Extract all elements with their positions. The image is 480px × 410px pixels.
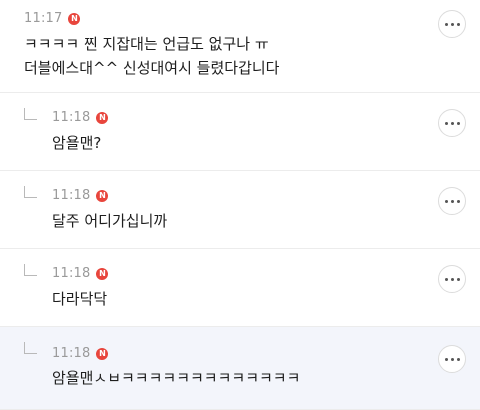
comment-text-line: 달주 어디가십니까 bbox=[52, 212, 168, 230]
more-options-button[interactable] bbox=[438, 345, 466, 373]
comment-time: 11:17 bbox=[24, 11, 63, 26]
reply-arrow-icon bbox=[24, 264, 37, 276]
comment-meta: 11:18 N bbox=[52, 346, 109, 361]
reply-arrow-icon bbox=[24, 186, 37, 198]
more-dots-icon bbox=[444, 357, 460, 361]
reply-item-highlighted: 11:18 N 암욜맨ㅅㅂㅋㅋㅋㅋㅋㅋㅋㅋㅋㅋㅋㅋㅋ bbox=[0, 327, 480, 410]
new-badge: N bbox=[96, 347, 109, 360]
comment-time: 11:18 bbox=[52, 346, 91, 361]
comment-text-line: 더블에스대^^ 신성대여시 들렸다갑니다 bbox=[24, 59, 280, 77]
more-options-button[interactable] bbox=[438, 265, 466, 293]
comment-time: 11:18 bbox=[52, 266, 91, 281]
comment-time: 11:18 bbox=[52, 110, 91, 125]
more-dots-icon bbox=[444, 199, 460, 203]
comment-meta: 11:18 N bbox=[52, 110, 109, 125]
new-badge: N bbox=[96, 267, 109, 280]
reply-item: 11:18 N 달주 어디가십니까 bbox=[0, 171, 480, 249]
reply-arrow-icon bbox=[24, 342, 37, 354]
reply-item: 11:18 N 암욜맨? bbox=[0, 93, 480, 171]
more-dots-icon bbox=[444, 121, 460, 125]
comment-text-line: ㅋㅋㅋㅋ 찐 지잡대는 언급도 없구나 ㅠ bbox=[24, 35, 269, 53]
comment-text-line: 암욜맨? bbox=[52, 134, 102, 152]
new-badge: N bbox=[68, 12, 81, 25]
reply-item: 11:18 N 다라닥닥 bbox=[0, 249, 480, 327]
comment-meta: 11:17 N bbox=[24, 11, 81, 26]
more-options-button[interactable] bbox=[438, 10, 466, 38]
new-badge: N bbox=[96, 111, 109, 124]
more-options-button[interactable] bbox=[438, 187, 466, 215]
comment-time: 11:18 bbox=[52, 188, 91, 203]
more-dots-icon bbox=[444, 22, 460, 26]
comment-text-line: 암욜맨ㅅㅂㅋㅋㅋㅋㅋㅋㅋㅋㅋㅋㅋㅋㅋ bbox=[52, 369, 301, 387]
more-dots-icon bbox=[444, 277, 460, 281]
comment-meta: 11:18 N bbox=[52, 188, 109, 203]
comment-meta: 11:18 N bbox=[52, 266, 109, 281]
comment-list: 11:17 N ㅋㅋㅋㅋ 찐 지잡대는 언급도 없구나 ㅠ 더블에스대^^ 신성… bbox=[0, 0, 480, 410]
reply-arrow-icon bbox=[24, 108, 37, 120]
comment-text-line: 다라닥닥 bbox=[52, 290, 108, 308]
comment-item: 11:17 N ㅋㅋㅋㅋ 찐 지잡대는 언급도 없구나 ㅠ 더블에스대^^ 신성… bbox=[0, 0, 480, 93]
more-options-button[interactable] bbox=[438, 109, 466, 137]
new-badge: N bbox=[96, 189, 109, 202]
